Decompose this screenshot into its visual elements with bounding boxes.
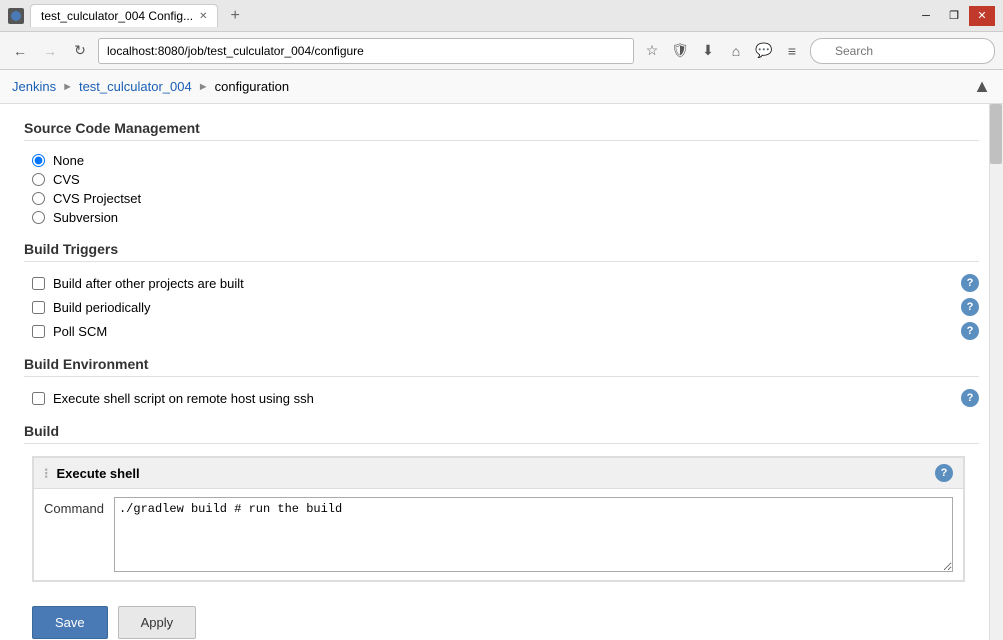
forward-button[interactable]: → — [38, 39, 62, 63]
trigger-after-other-checkbox[interactable] — [32, 277, 45, 290]
save-button[interactable]: Save — [32, 606, 108, 639]
tab-close-icon[interactable]: ✕ — [199, 11, 207, 22]
execute-shell-help-icon[interactable]: ? — [935, 464, 953, 482]
breadcrumb-job[interactable]: test_culculator_004 — [79, 79, 192, 94]
scm-radio-cvs[interactable] — [32, 173, 45, 186]
scm-label-subversion: Subversion — [53, 210, 118, 225]
scm-label-cvs: CVS — [53, 172, 80, 187]
breadcrumb-page: configuration — [215, 79, 289, 94]
build-section: Build ⁝ Execute shell ? Command ./gradle… — [24, 423, 979, 640]
trigger-poll-scm-label: Poll SCM — [53, 324, 107, 339]
trigger-periodically-label: Build periodically — [53, 300, 151, 315]
tab-title: test_culculator_004 Config... — [41, 9, 193, 23]
browser-titlebar: test_culculator_004 Config... ✕ + ─ ❐ ✕ — [0, 0, 1003, 32]
home-icon[interactable]: ⌂ — [724, 39, 748, 63]
trigger-periodically: Build periodically ? — [24, 298, 979, 316]
shield-icon[interactable]: 🛡 — [668, 39, 692, 63]
trigger-periodically-checkbox[interactable] — [32, 301, 45, 314]
scm-radio-group: None CVS CVS Projectset Subversion — [24, 153, 979, 225]
minimize-button[interactable]: ─ — [913, 6, 939, 26]
env-execute-shell: Execute shell script on remote host usin… — [24, 389, 979, 407]
build-triggers-checkboxes: Build after other projects are built ? B… — [24, 274, 979, 340]
breadcrumb-sep-1: ► — [62, 81, 73, 93]
scrollbar-track[interactable] — [989, 104, 1003, 640]
address-bar[interactable]: localhost:8080/job/test_culculator_004/c… — [98, 38, 634, 64]
build-title: Build — [24, 423, 979, 444]
scrollbar-thumb[interactable] — [990, 104, 1002, 164]
execute-shell-block: ⁝ Execute shell ? Command ./gradlew buil… — [32, 456, 965, 582]
trigger-after-other-label: Build after other projects are built — [53, 276, 244, 291]
command-label: Command — [44, 497, 104, 516]
build-environment-title: Build Environment — [24, 356, 979, 377]
breadcrumb-sep-2: ► — [198, 81, 209, 93]
restore-button[interactable]: ❐ — [941, 6, 967, 26]
main-content: Source Code Management None CVS CVS Proj… — [0, 104, 1003, 640]
breadcrumb-jenkins[interactable]: Jenkins — [12, 79, 56, 94]
drag-handle-icon[interactable]: ⁝ — [44, 465, 48, 482]
trigger-poll-scm-help-icon[interactable]: ? — [961, 322, 979, 340]
source-code-management-title: Source Code Management — [24, 120, 979, 141]
menu-icon[interactable]: ≡ — [780, 39, 804, 63]
execute-shell-header: ⁝ Execute shell ? — [33, 457, 964, 489]
build-environment-section: Build Environment Execute shell script o… — [24, 356, 979, 407]
scm-option-none[interactable]: None — [32, 153, 979, 168]
scm-radio-none[interactable] — [32, 154, 45, 167]
env-execute-shell-label: Execute shell script on remote host usin… — [53, 391, 314, 406]
command-row: Command ./gradlew build # run the build — [33, 489, 964, 581]
back-button[interactable]: ← — [8, 39, 32, 63]
new-tab-button[interactable]: + — [224, 7, 245, 25]
breadcrumb: Jenkins ► test_culculator_004 ► configur… — [0, 70, 1003, 104]
download-icon[interactable]: ⬇ — [696, 39, 720, 63]
chat-icon[interactable]: 💬 — [752, 39, 776, 63]
source-code-management-section: Source Code Management None CVS CVS Proj… — [24, 120, 979, 225]
execute-shell-label: Execute shell — [56, 466, 139, 481]
scm-radio-subversion[interactable] — [32, 211, 45, 224]
env-execute-shell-checkbox[interactable] — [32, 392, 45, 405]
trigger-periodically-help-icon[interactable]: ? — [961, 298, 979, 316]
scm-option-cvs[interactable]: CVS — [32, 172, 979, 187]
scm-option-subversion[interactable]: Subversion — [32, 210, 979, 225]
trigger-after-other-help-icon[interactable]: ? — [961, 274, 979, 292]
browser-tab[interactable]: test_culculator_004 Config... ✕ — [30, 4, 218, 27]
collapse-arrow-icon[interactable]: ▲ — [973, 76, 991, 97]
search-input[interactable] — [810, 38, 995, 64]
command-textarea[interactable]: ./gradlew build # run the build — [114, 497, 953, 572]
window-controls: ─ ❐ ✕ — [913, 6, 995, 26]
trigger-poll-scm-checkbox[interactable] — [32, 325, 45, 338]
scm-label-cvs-projectset: CVS Projectset — [53, 191, 141, 206]
toolbar-icons: ☆ 🛡 ⬇ ⌂ 💬 ≡ — [640, 39, 804, 63]
url-text: localhost:8080/job/test_culculator_004/c… — [107, 44, 364, 58]
trigger-after-other: Build after other projects are built ? — [24, 274, 979, 292]
bookmark-icon[interactable]: ☆ — [640, 39, 664, 63]
trigger-poll-scm: Poll SCM ? — [24, 322, 979, 340]
build-triggers-title: Build Triggers — [24, 241, 979, 262]
browser-favicon — [8, 8, 24, 24]
close-button[interactable]: ✕ — [969, 6, 995, 26]
scm-option-cvs-projectset[interactable]: CVS Projectset — [32, 191, 979, 206]
reload-button[interactable]: ↻ — [68, 39, 92, 63]
env-execute-shell-help-icon[interactable]: ? — [961, 389, 979, 407]
apply-button[interactable]: Apply — [118, 606, 197, 639]
build-environment-checkboxes: Execute shell script on remote host usin… — [24, 389, 979, 407]
browser-toolbar: ← → ↻ localhost:8080/job/test_culculator… — [0, 32, 1003, 70]
scm-label-none: None — [53, 153, 84, 168]
build-triggers-section: Build Triggers Build after other project… — [24, 241, 979, 340]
search-wrapper: 🔍 — [810, 38, 995, 64]
button-row: Save Apply — [24, 594, 979, 640]
scm-radio-cvs-projectset[interactable] — [32, 192, 45, 205]
